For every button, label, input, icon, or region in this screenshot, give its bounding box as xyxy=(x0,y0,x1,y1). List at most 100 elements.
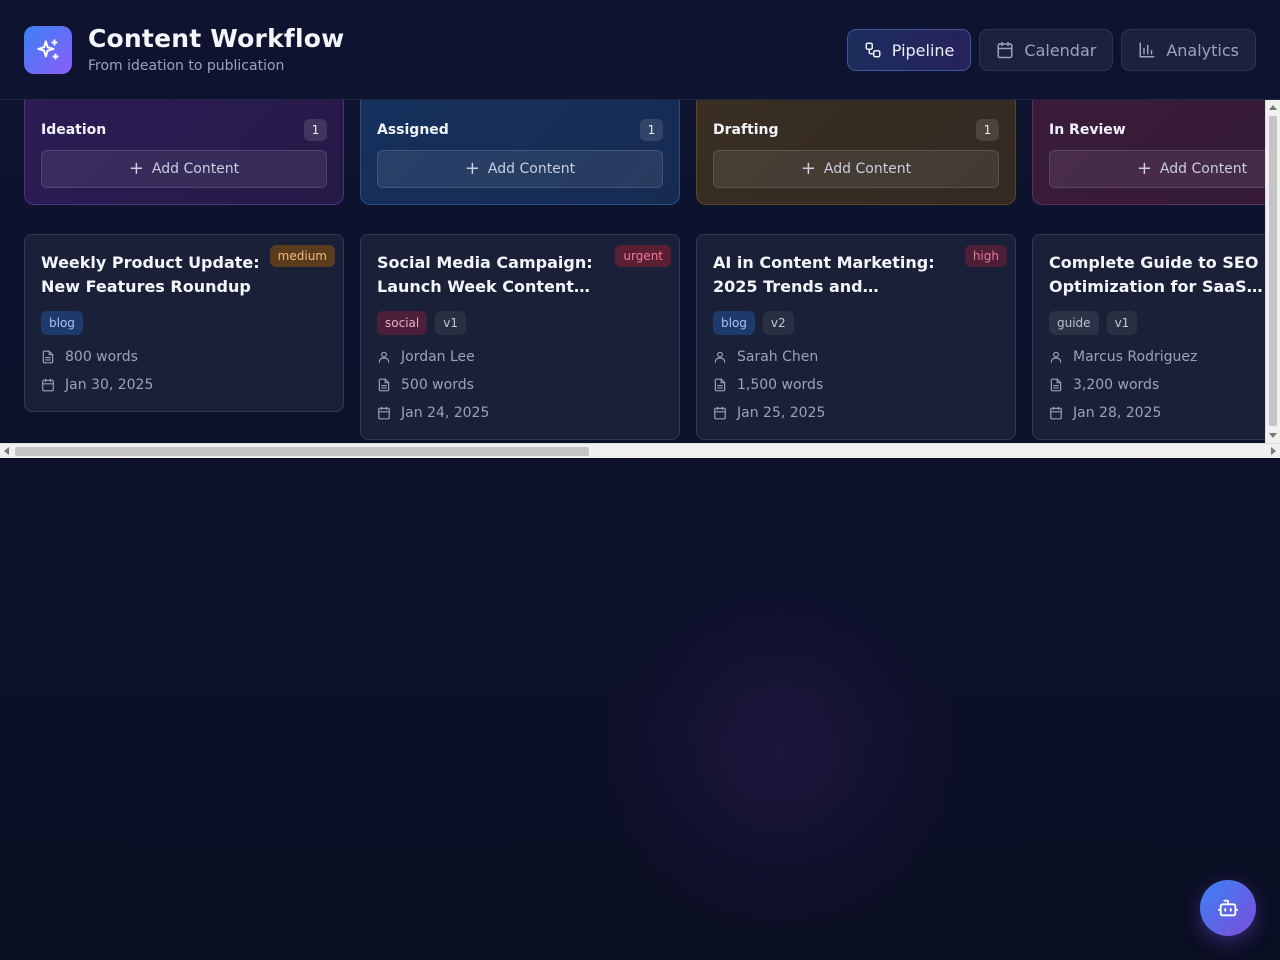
card-title: Weekly Product Update: New Features Roun… xyxy=(41,253,260,296)
page-subtitle: From ideation to publication xyxy=(88,58,285,74)
column-header: Ideation 1 + Add Content xyxy=(24,100,344,205)
due-date: Jan 24, 2025 xyxy=(377,405,489,421)
tab-pipeline-label: Pipeline xyxy=(891,40,955,60)
priority-badge: urgent xyxy=(615,245,671,267)
plus-icon: + xyxy=(1136,158,1152,179)
bot-icon xyxy=(1217,899,1239,917)
add-content-label: Add Content xyxy=(823,161,912,177)
word-count: 500 words xyxy=(377,377,474,393)
plus-icon: + xyxy=(800,158,816,179)
file-text-icon xyxy=(1050,378,1062,392)
tab-pipeline[interactable]: Pipeline xyxy=(846,29,972,71)
page-title: Content Workflow xyxy=(88,24,345,53)
due-date-text: Jan 30, 2025 xyxy=(65,377,154,393)
content-card[interactable]: Complete Guide to SEO Optimization for S… xyxy=(1032,234,1280,440)
column-header: Assigned 1 + Add Content xyxy=(360,100,680,205)
add-content-button[interactable]: + Add Content xyxy=(713,150,999,188)
content-card[interactable]: AI in Content Marketing: 2025 Trends and… xyxy=(696,234,1016,440)
due-date: Jan 28, 2025 xyxy=(1049,405,1161,421)
card-title: Complete Guide to SEO Optimization for S… xyxy=(1049,253,1263,296)
file-text-icon xyxy=(378,378,390,392)
scroll-right-arrow[interactable] xyxy=(1271,447,1276,455)
card-tags: blog v2 xyxy=(713,311,794,335)
column-title: Assigned xyxy=(377,122,449,138)
horizontal-scrollbar[interactable] xyxy=(0,443,1280,458)
tab-analytics-label: Analytics xyxy=(1166,40,1239,60)
user-icon xyxy=(1050,351,1062,363)
assignee: Marcus Rodriguez xyxy=(1049,349,1197,365)
card-tags: guide v1 xyxy=(1049,311,1138,335)
type-tag: social xyxy=(377,311,428,335)
card-title: Social Media Campaign: Launch Week Conte… xyxy=(377,253,593,296)
assignee-name: Marcus Rodriguez xyxy=(1073,349,1198,365)
add-content-button[interactable]: + Add Content xyxy=(41,150,327,188)
card-title: AI in Content Marketing: 2025 Trends and… xyxy=(713,253,935,296)
view-switcher: Pipeline Calendar Analytics xyxy=(846,29,1256,71)
column-header: Drafting 1 + Add Content xyxy=(696,100,1016,205)
word-count: 1,500 words xyxy=(713,377,823,393)
column-count-badge: 1 xyxy=(304,119,327,141)
pipeline-board[interactable]: Ideation 1 + Add Content Weekly Product … xyxy=(0,100,1280,458)
type-tag: guide xyxy=(1049,311,1099,335)
vertical-scrollbar[interactable] xyxy=(1265,100,1280,443)
calendar-icon xyxy=(997,41,1013,59)
version-tag: v1 xyxy=(1106,311,1138,335)
assignee-name: Jordan Lee xyxy=(401,349,475,365)
add-content-button[interactable]: + Add Content xyxy=(1049,150,1280,188)
calendar-icon xyxy=(714,406,726,420)
scroll-down-arrow[interactable] xyxy=(1269,433,1277,438)
priority-badge: high xyxy=(964,245,1007,267)
assignee: Sarah Chen xyxy=(713,349,818,365)
content-card[interactable]: Social Media Campaign: Launch Week Conte… xyxy=(360,234,680,440)
card-tags: social v1 xyxy=(377,311,466,335)
due-date-text: Jan 28, 2025 xyxy=(1073,405,1162,421)
column-count-badge: 1 xyxy=(640,119,663,141)
word-count-text: 800 words xyxy=(65,349,138,365)
workflow-icon xyxy=(865,42,881,58)
tab-calendar[interactable]: Calendar xyxy=(979,29,1114,71)
app-header: Content Workflow From ideation to public… xyxy=(0,0,1280,100)
calendar-icon xyxy=(1050,406,1062,420)
tab-calendar-label: Calendar xyxy=(1024,40,1097,60)
word-count-text: 500 words xyxy=(401,377,474,393)
calendar-icon xyxy=(42,378,54,392)
column-title: Drafting xyxy=(713,122,779,138)
calendar-icon xyxy=(378,406,390,420)
plus-icon: + xyxy=(128,158,144,179)
priority-badge: medium xyxy=(269,245,335,267)
assistant-button[interactable] xyxy=(1200,880,1256,936)
assignee: Jordan Lee xyxy=(377,349,475,365)
due-date: Jan 30, 2025 xyxy=(41,377,153,393)
word-count: 3,200 words xyxy=(1049,377,1159,393)
due-date: Jan 25, 2025 xyxy=(713,405,825,421)
column-title: Ideation xyxy=(41,122,107,138)
bar-chart-icon xyxy=(1139,42,1155,58)
vertical-scroll-thumb[interactable] xyxy=(1269,116,1277,426)
file-text-icon xyxy=(714,378,726,392)
word-count-text: 1,500 words xyxy=(737,377,824,393)
due-date-text: Jan 25, 2025 xyxy=(737,405,826,421)
sparkles-icon xyxy=(37,39,59,60)
tab-analytics[interactable]: Analytics xyxy=(1121,29,1256,71)
add-content-button[interactable]: + Add Content xyxy=(377,150,663,188)
word-count: 800 words xyxy=(41,349,138,365)
type-tag: blog xyxy=(41,311,83,335)
assignee-name: Sarah Chen xyxy=(737,349,819,365)
app-logo xyxy=(24,26,72,74)
column-count-badge: 1 xyxy=(976,119,999,141)
horizontal-scroll-thumb[interactable] xyxy=(15,447,589,456)
due-date-text: Jan 24, 2025 xyxy=(401,405,490,421)
scroll-left-arrow[interactable] xyxy=(4,447,9,455)
add-content-label: Add Content xyxy=(487,161,576,177)
user-icon xyxy=(714,351,726,363)
content-card[interactable]: Weekly Product Update: New Features Roun… xyxy=(24,234,344,412)
plus-icon: + xyxy=(464,158,480,179)
column-header: In Review + Add Content xyxy=(1032,100,1280,205)
word-count-text: 3,200 words xyxy=(1073,377,1160,393)
column-title: In Review xyxy=(1049,122,1126,138)
scroll-up-arrow[interactable] xyxy=(1269,105,1277,110)
add-content-label: Add Content xyxy=(1159,161,1248,177)
card-tags: blog xyxy=(41,311,83,335)
version-tag: v1 xyxy=(435,311,466,335)
user-icon xyxy=(378,351,390,363)
